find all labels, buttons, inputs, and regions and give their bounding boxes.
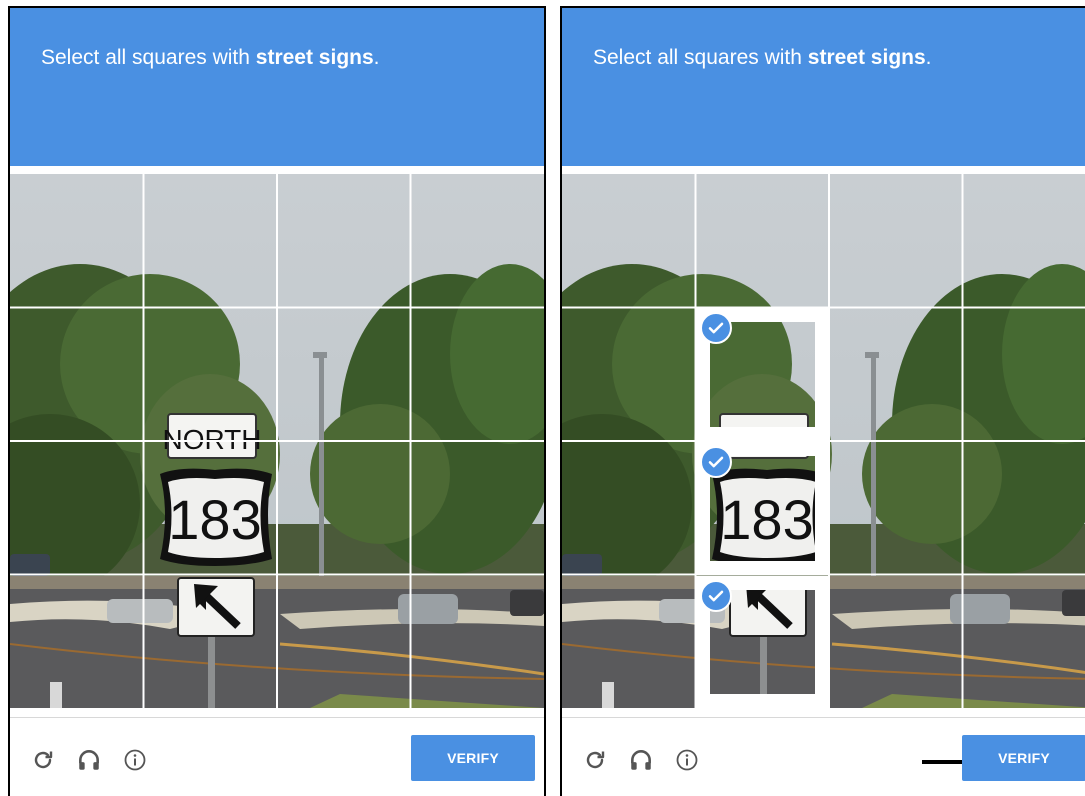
tile-r1c1[interactable] [562,174,695,307]
tile-r1c3[interactable] [830,174,963,307]
footer-icons [580,740,702,780]
info-icon[interactable] [120,745,150,775]
footer-divider [10,717,544,718]
tile-r4c4[interactable] [964,576,1085,708]
image-grid [562,174,1085,708]
captcha-panel-before: Select all squares with street signs. VE… [8,6,546,796]
tile-r1c3[interactable] [278,174,411,307]
prompt-prefix: Select all squares with [41,46,256,69]
tile-r1c4[interactable] [964,174,1085,307]
audio-headphones-icon[interactable] [74,745,104,775]
verify-button[interactable]: VERIFY [411,735,535,781]
tile-r4c1[interactable] [562,576,695,708]
checkmark-icon [700,312,732,344]
footer-divider [562,717,1085,718]
tile-r3c3[interactable] [830,442,963,575]
tile-r3c3[interactable] [278,442,411,575]
checkmark-icon [700,580,732,612]
prompt-suffix: . [925,46,932,69]
prompt-target: street signs [807,46,926,69]
captcha-header: Select all squares with street signs. [10,8,544,166]
tile-r2c3[interactable] [278,308,411,441]
tile-r2c4[interactable] [964,308,1085,441]
tile-r3c2[interactable] [144,442,277,575]
reload-icon[interactable] [580,745,610,775]
tile-r1c2[interactable] [696,174,829,307]
tile-r2c1[interactable] [10,308,143,441]
audio-headphones-icon[interactable] [626,745,656,775]
tile-r1c1[interactable] [10,174,143,307]
tile-r1c2[interactable] [144,174,277,307]
tile-r3c1[interactable] [562,442,695,575]
captcha-prompt: Select all squares with street signs. [41,46,380,70]
tile-r4c3[interactable] [830,576,963,708]
tile-r3c1[interactable] [10,442,143,575]
captcha-header: Select all squares with street signs. [562,8,1085,166]
tile-r4c3[interactable] [278,576,411,708]
tile-r2c3[interactable] [830,308,963,441]
tile-r3c4[interactable] [964,442,1085,575]
prompt-target: street signs [255,46,374,69]
tile-r2c2[interactable] [144,308,277,441]
footer-icons [28,740,150,780]
image-grid [10,174,544,708]
info-icon[interactable] [672,745,702,775]
captcha-prompt: Select all squares with street signs. [593,46,932,70]
checkmark-icon [700,446,732,478]
reload-icon[interactable] [28,745,58,775]
verify-button[interactable]: VERIFY [962,735,1085,781]
tile-r4c2[interactable] [144,576,277,708]
tile-r4c1[interactable] [10,576,143,708]
tile-r2c4[interactable] [412,308,544,441]
tile-r1c4[interactable] [412,174,544,307]
tile-r3c4[interactable] [412,442,544,575]
tile-r4c4[interactable] [412,576,544,708]
prompt-prefix: Select all squares with [593,46,808,69]
captcha-panel-after: Select all squares with street signs. VE… [560,6,1085,796]
prompt-suffix: . [373,46,380,69]
tile-r2c1[interactable] [562,308,695,441]
